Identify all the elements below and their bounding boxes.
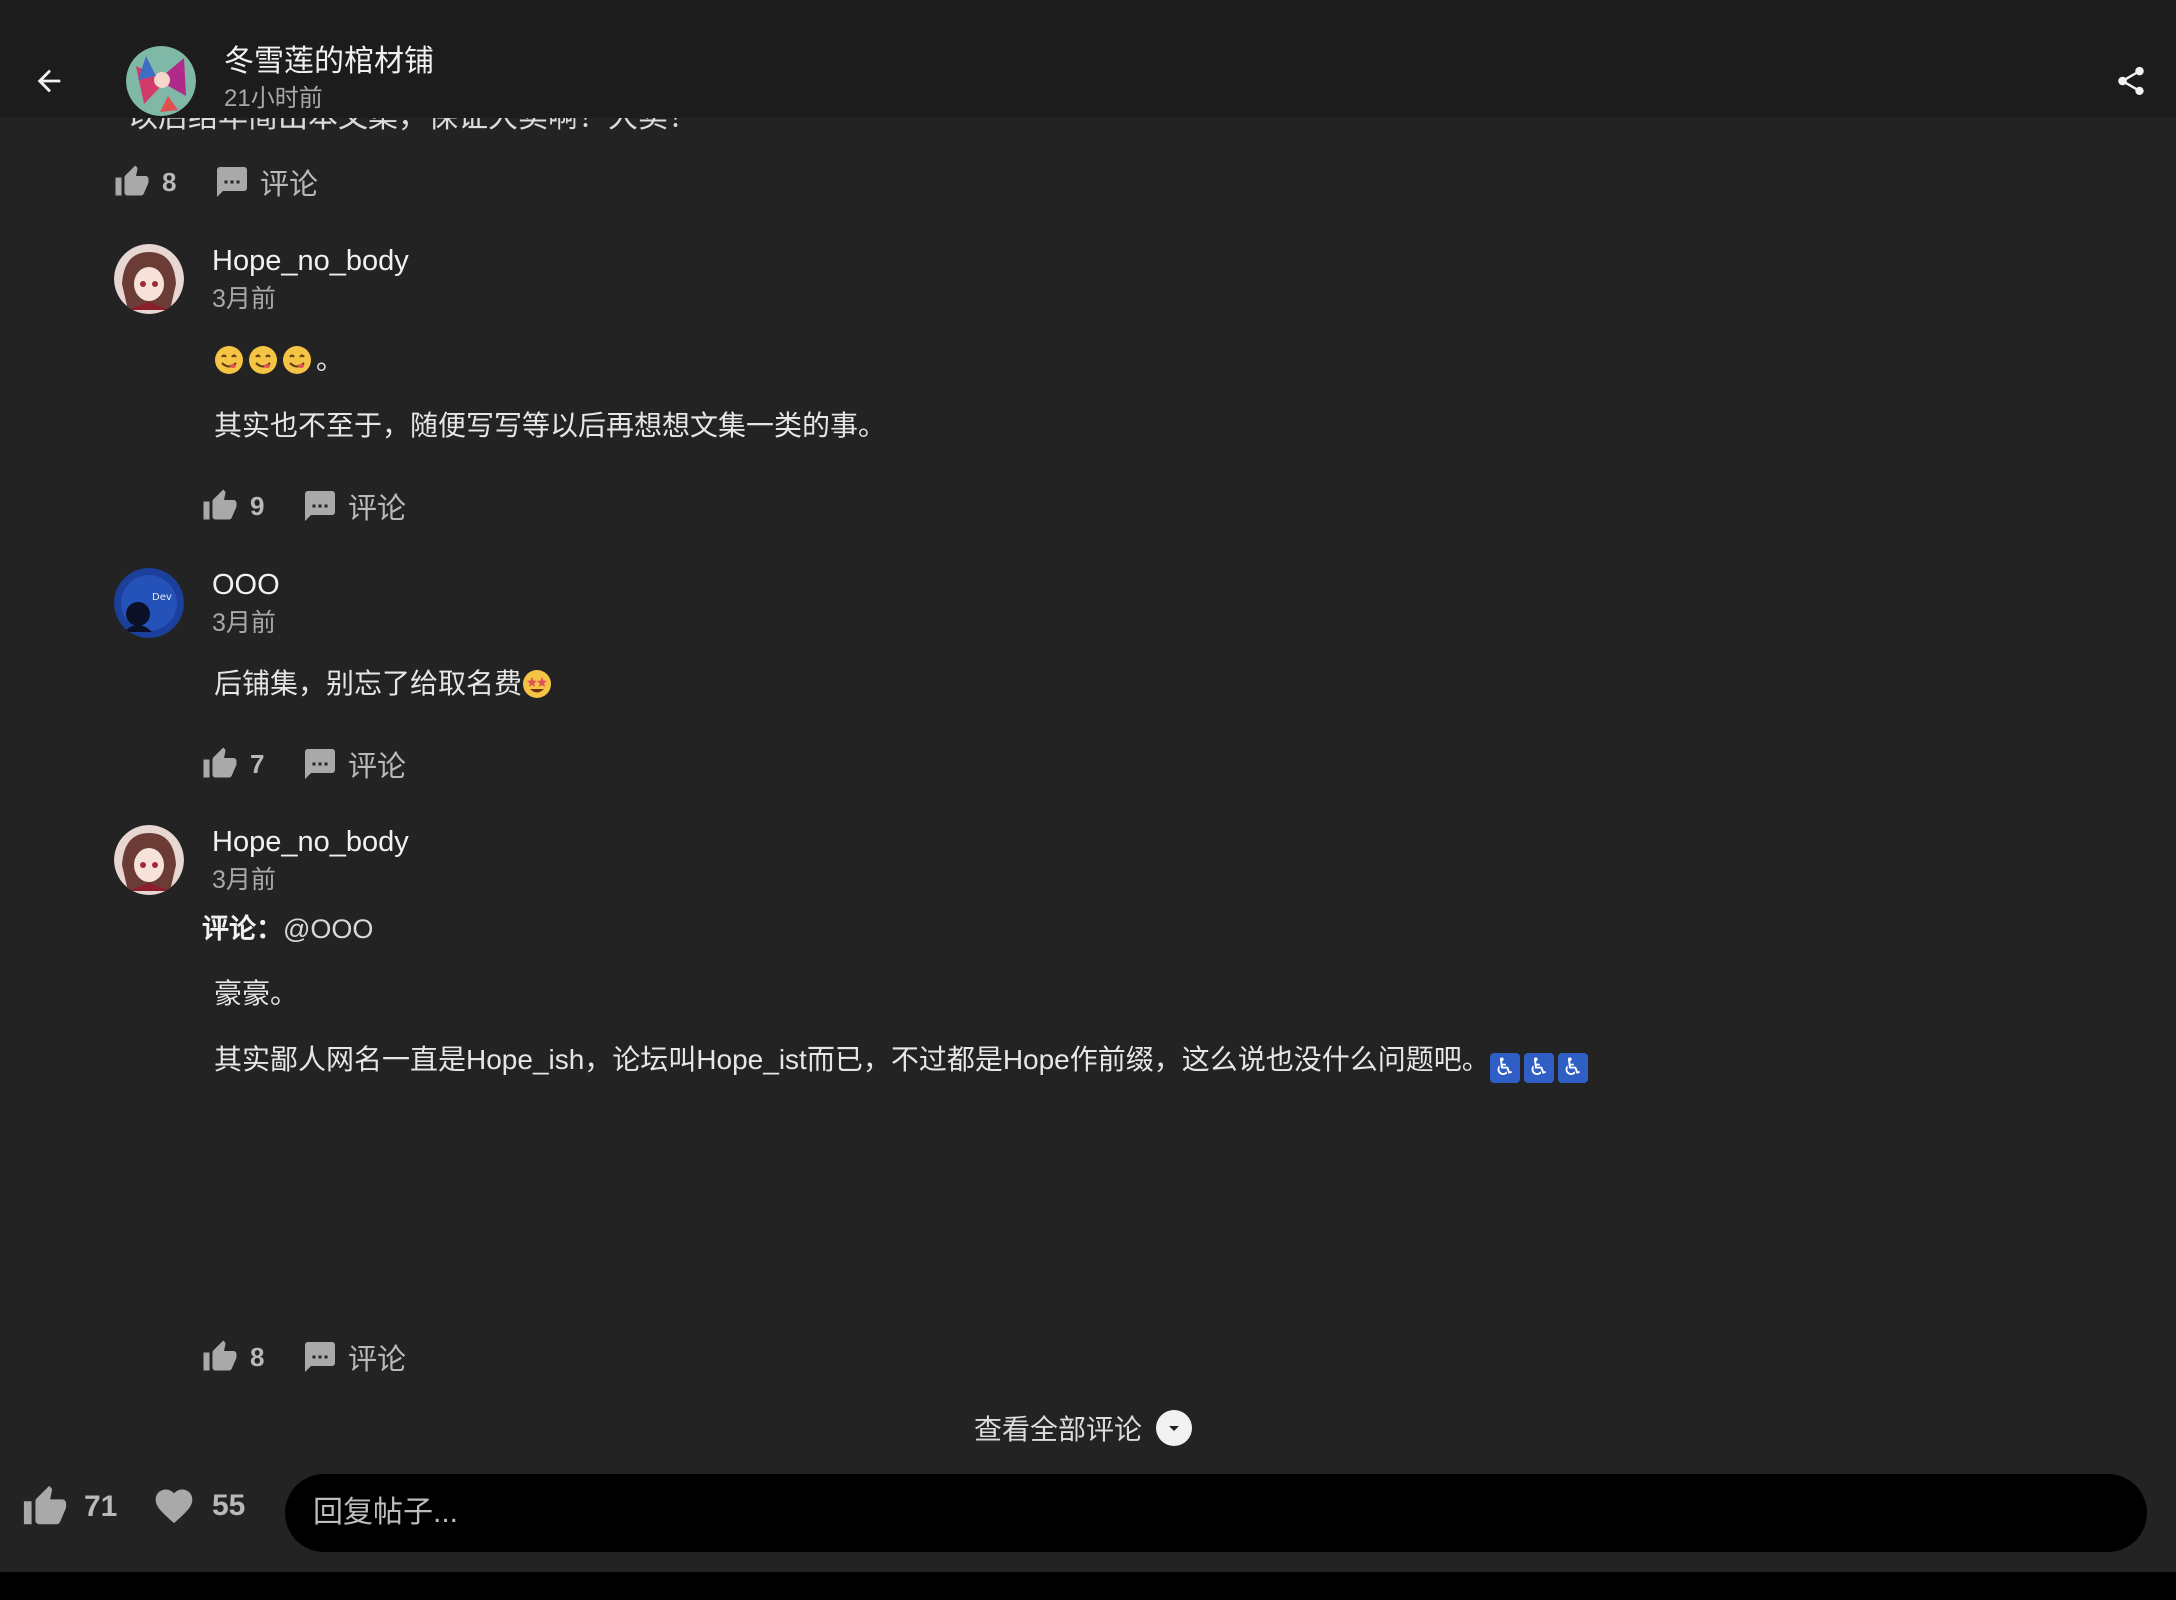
comment-bubble-icon xyxy=(305,491,335,521)
heart-icon xyxy=(155,1489,193,1524)
like-count: 8 xyxy=(250,1341,265,1372)
like-button[interactable] xyxy=(202,488,238,524)
post-like-count: 71 xyxy=(84,1490,118,1523)
like-button[interactable] xyxy=(114,164,150,200)
star-struck-emoji-icon xyxy=(523,670,552,698)
bottom-action-bar: 71 55 xyxy=(0,1460,2176,1572)
comment-username[interactable]: Hope_no_body xyxy=(212,825,409,859)
like-count: 7 xyxy=(250,748,265,779)
wheelchair-emoji-icon: ♿ xyxy=(1557,1053,1588,1083)
like-button[interactable] xyxy=(202,1339,238,1375)
view-all-comments-button[interactable]: 查看全部评论 xyxy=(974,1408,1193,1448)
comment-button[interactable] xyxy=(302,488,338,524)
avatar[interactable] xyxy=(114,825,184,895)
comment-actions: 7 评论 xyxy=(202,740,406,788)
post-like-button[interactable]: 71 xyxy=(22,1484,117,1530)
reply-prefix: 评论： xyxy=(202,914,283,944)
comment-time: 3月前 xyxy=(212,609,276,637)
comment-text: 其实也不至于，随便写写等以后再想想文集一类的事。 xyxy=(214,410,887,441)
comment-username[interactable]: OOO xyxy=(212,568,280,602)
reply-mention[interactable]: @OOO xyxy=(283,914,373,944)
back-arrow-icon xyxy=(37,69,61,93)
post-time: 21小时前 xyxy=(224,85,323,112)
comment-button[interactable] xyxy=(302,1339,338,1375)
comment-bubble-icon xyxy=(217,167,247,197)
thumbs-up-icon xyxy=(203,747,237,778)
post-title: 冬雪莲的棺材铺 xyxy=(224,45,434,78)
comment-time: 3月前 xyxy=(212,285,276,313)
comment-actions: 8 评论 xyxy=(202,1333,406,1381)
thumbs-up-icon xyxy=(203,1340,237,1371)
share-button[interactable] xyxy=(2104,54,2158,108)
comment-label[interactable]: 评论 xyxy=(260,161,318,203)
post-favorite-button[interactable]: 55 xyxy=(152,1484,245,1528)
comment-text-line: 。 xyxy=(214,342,344,378)
comment-button[interactable] xyxy=(214,164,250,200)
yum-emoji-icon xyxy=(283,346,311,374)
share-icon xyxy=(2118,66,2144,96)
like-count: 8 xyxy=(162,166,177,197)
comment-text: 豪豪。 xyxy=(214,978,299,1009)
comment-text: 后铺集，别忘了给取名费 xyxy=(214,668,523,699)
comment-text-line: 后铺集，别忘了给取名费 xyxy=(214,666,556,702)
comment-username[interactable]: Hope_no_body xyxy=(212,244,409,278)
yum-emoji-icon xyxy=(215,346,243,374)
reply-to-label: 评论：@OOO xyxy=(202,912,373,946)
thumbs-up-icon xyxy=(115,165,149,196)
back-button[interactable] xyxy=(22,54,76,108)
thumbs-up-icon xyxy=(23,1485,67,1525)
yum-emoji-icon xyxy=(249,346,277,374)
comment-button[interactable] xyxy=(302,746,338,782)
comment-bubble-icon xyxy=(305,1342,335,1372)
comment-text-line: 其实鄙人网名一直是Hope_ish，论坛叫Hope_ist而已，不过都是Hope… xyxy=(214,1042,1592,1083)
comment-time: 3月前 xyxy=(212,866,276,894)
thumbs-up-icon xyxy=(203,489,237,520)
like-button[interactable] xyxy=(202,746,238,782)
svg-text:Dev: Dev xyxy=(152,592,172,603)
view-all-label: 查看全部评论 xyxy=(974,1414,1143,1445)
comment-label[interactable]: 评论 xyxy=(348,485,406,527)
comment-actions: 9 评论 xyxy=(202,482,406,530)
app-screen: 冬雪莲的棺材铺 21小时前 以后结年简出本文集，保证大卖啊！大卖！ 8 评论 xyxy=(0,0,2176,1572)
previous-comment-actions: 8 评论 xyxy=(114,158,318,206)
wheelchair-emoji-icon: ♿ xyxy=(1523,1053,1554,1083)
author-avatar[interactable] xyxy=(126,46,196,116)
wheelchair-emoji-icon: ♿ xyxy=(1489,1053,1520,1083)
avatar[interactable] xyxy=(114,244,184,314)
avatar[interactable]: Dev xyxy=(114,568,184,638)
top-header: 冬雪莲的棺材铺 21小时前 xyxy=(0,0,2176,118)
reply-post-input[interactable] xyxy=(285,1474,2147,1552)
chevron-down-icon xyxy=(1156,1410,1193,1446)
comment-label[interactable]: 评论 xyxy=(348,1336,406,1378)
comment-bubble-icon xyxy=(305,749,335,779)
comment-text: 。 xyxy=(316,344,345,375)
comment-label[interactable]: 评论 xyxy=(348,743,406,785)
like-count: 9 xyxy=(250,490,265,521)
post-favorite-count: 55 xyxy=(212,1489,246,1522)
comment-text: 其实鄙人网名一直是Hope_ish，论坛叫Hope_ist而已，不过都是Hope… xyxy=(214,1044,1490,1075)
